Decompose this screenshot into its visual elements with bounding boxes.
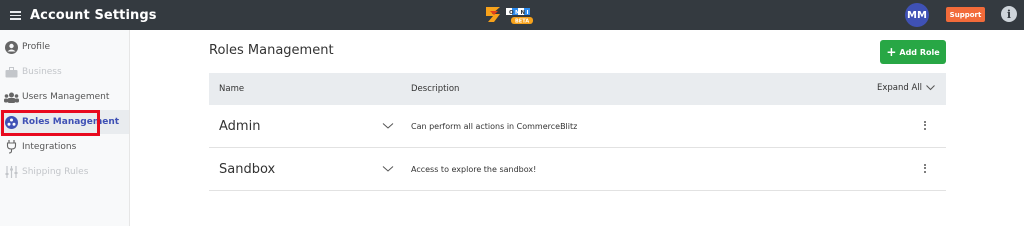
menu-icon[interactable] bbox=[0, 0, 30, 30]
users-icon bbox=[3, 89, 19, 105]
chevron-down-icon[interactable] bbox=[382, 121, 394, 131]
chevron-down-icon[interactable] bbox=[382, 164, 394, 174]
column-header-description: Description bbox=[411, 84, 460, 94]
more-options-icon[interactable] bbox=[921, 117, 929, 133]
table-header: Name Description Expand All bbox=[209, 73, 946, 105]
column-header-name: Name bbox=[219, 84, 245, 94]
sidebar-item-integrations[interactable]: Integrations bbox=[0, 135, 129, 159]
more-options-icon[interactable] bbox=[921, 160, 929, 176]
user-circle-icon bbox=[3, 39, 19, 55]
table-row[interactable]: Sandbox Access to explore the sandbox! bbox=[209, 148, 946, 191]
sidebar-item-shipping-rules[interactable]: Shipping Rules bbox=[0, 160, 129, 184]
sidebar-item-business[interactable]: Business bbox=[0, 60, 129, 84]
sidebar-item-users-management[interactable]: Users Management bbox=[0, 85, 129, 109]
role-description: Access to explore the sandbox! bbox=[411, 165, 537, 174]
support-button[interactable]: Support bbox=[946, 7, 985, 22]
role-name: Admin bbox=[219, 119, 261, 134]
sidebar-item-label: Integrations bbox=[22, 142, 77, 152]
sidebar-item-label: Users Management bbox=[22, 92, 110, 102]
info-icon[interactable]: i bbox=[1001, 6, 1017, 22]
svg-text:N: N bbox=[521, 10, 526, 16]
top-bar: Account Settings O M N I BETA MM Support… bbox=[0, 0, 1024, 30]
role-description: Can perform all actions in CommerceBlitz bbox=[411, 122, 578, 131]
sidebar-item-label: Profile bbox=[22, 42, 50, 52]
role-name: Sandbox bbox=[219, 162, 276, 177]
avatar[interactable]: MM bbox=[905, 3, 929, 27]
omni-logo: O M N I BETA bbox=[484, 3, 540, 27]
svg-text:BETA: BETA bbox=[515, 19, 529, 25]
sidebar-item-label: Business bbox=[22, 67, 62, 77]
svg-text:O: O bbox=[509, 10, 514, 16]
sidebar-item-label: Shipping Rules bbox=[22, 167, 89, 177]
add-role-button[interactable]: + Add Role bbox=[880, 40, 946, 64]
briefcase-icon bbox=[3, 64, 19, 80]
sidebar-item-profile[interactable]: Profile bbox=[0, 35, 129, 59]
table-row[interactable]: Admin Can perform all actions in Commerc… bbox=[209, 105, 946, 148]
active-item-highlight bbox=[1, 110, 100, 136]
plug-icon bbox=[3, 139, 19, 155]
expand-all-label: Expand All bbox=[876, 83, 922, 93]
expand-all-toggle[interactable]: Expand All bbox=[877, 83, 935, 93]
chevron-down-icon bbox=[926, 85, 935, 91]
svg-text:I: I bbox=[527, 10, 529, 16]
plus-icon: + bbox=[886, 44, 897, 59]
page-title: Roles Management bbox=[209, 43, 334, 58]
sliders-icon bbox=[3, 164, 19, 180]
app-title: Account Settings bbox=[30, 7, 157, 23]
add-role-label: Add Role bbox=[899, 47, 940, 57]
